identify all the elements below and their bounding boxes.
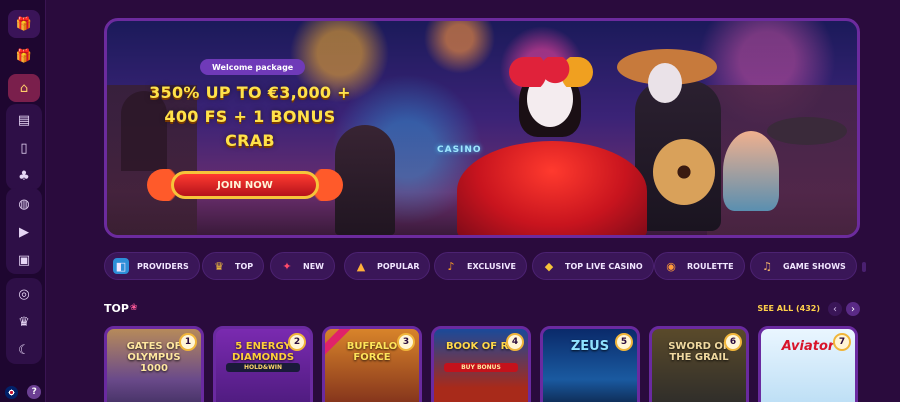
skull-face-illustration (648, 63, 682, 103)
ball-icon: ◍ (18, 196, 30, 212)
rank-badge: 6 (724, 333, 742, 351)
sidebar-slots-button[interactable]: ▤ (8, 106, 40, 134)
category-top-live-casino[interactable]: ◆ TOP LIVE CASINO (532, 252, 654, 280)
trophy-icon: ♛ (18, 314, 30, 330)
section-title: TOP (104, 302, 129, 315)
hat-illustration (767, 117, 847, 145)
promo-line-3: CRAB (225, 131, 275, 150)
rank-badge: 7 (833, 333, 851, 351)
game-tile[interactable]: SWORD OF THE GRAIL 6 (649, 326, 749, 402)
roulette-icon: ◉ (666, 259, 676, 273)
seated-woman-illustration (723, 131, 779, 211)
sidebar-boomerang-button[interactable]: ☾ (8, 336, 40, 364)
promo-line-2: 400 FS + 1 BONUS (164, 107, 336, 126)
sidebar: 🎁 🎁 ⌂ ▤ ▯ ♣ ◍ ▶ ▣ ◎ ♛ ☾ ? (0, 0, 46, 402)
gift-icon: 🎁 (15, 48, 33, 64)
slot-machine-icon: ▤ (17, 112, 31, 128)
game-tile[interactable]: GATES OF OLYMPUS 1000 1 (104, 326, 204, 402)
sidebar-cards-button[interactable]: ▯ (8, 134, 40, 162)
welcome-package-badge: Welcome package (200, 59, 306, 75)
top-games-carousel: GATES OF OLYMPUS 1000 1 5 ENERGY DIAMOND… (104, 326, 860, 402)
medal-icon: ◎ (18, 286, 30, 302)
providers-icon: ◧ (113, 258, 129, 274)
casino-sign: CASINO (437, 145, 482, 155)
rank-badge: 2 (288, 333, 306, 351)
flower-crown-illustration (509, 57, 593, 87)
language-flag-icon[interactable] (4, 385, 18, 399)
category-scroll-indicator[interactable] (862, 262, 866, 272)
dancer-dress-illustration (457, 141, 647, 235)
game-tile[interactable]: 5 ENERGY DIAMONDS HOLD&WIN 2 (213, 326, 313, 402)
guitar-illustration (653, 139, 715, 205)
sidebar-sports-button[interactable]: ◍ (8, 190, 40, 218)
category-roulette[interactable]: ◉ ROULETTE (654, 252, 745, 280)
game-tile[interactable]: Aviator 7 (758, 326, 858, 402)
rank-badge: 5 (615, 333, 633, 351)
sidebar-clover-button[interactable]: ♣ (8, 162, 40, 190)
promo-headline: 350% UP TO €3,000 + 400 FS + 1 BONUS CRA… (145, 81, 355, 153)
hero-banner[interactable]: CASINO Welcome package 350% UP TO €3,000… (104, 18, 860, 238)
game-tile[interactable]: ZEUS 5 (540, 326, 640, 402)
carousel-next-button[interactable]: › (846, 302, 860, 316)
trophy-icon: ♛ (214, 259, 224, 273)
category-top[interactable]: ♛ TOP (202, 252, 265, 280)
sidebar-footer: ? (0, 382, 46, 402)
boomerang-icon: ☾ (18, 342, 30, 358)
game-tile[interactable]: BOOK OF RA BUY BONUS 4 (431, 326, 531, 402)
category-popular[interactable]: ▲ POPULAR (344, 252, 431, 280)
sidebar-play-button[interactable]: ▶ (8, 218, 40, 246)
sidebar-gift-box-button[interactable]: 🎁 (8, 10, 40, 38)
flower-icon: ❀ (130, 303, 138, 313)
top-section-header: TOP ❀ SEE ALL (432) ‹ › (104, 302, 860, 318)
category-new[interactable]: ✦ NEW (270, 252, 335, 280)
game-subtitle: BUY BONUS (444, 363, 518, 372)
live-camera-icon: ▣ (17, 252, 31, 268)
home-icon: ⌂ (19, 80, 29, 96)
category-providers[interactable]: ◧ PROVIDERS (104, 252, 200, 280)
sidebar-medal-button[interactable]: ◎ (8, 280, 40, 308)
join-now-decoration: JOIN NOW (147, 169, 343, 201)
play-icon: ▶ (19, 224, 29, 240)
new-icon: ✦ (282, 259, 292, 273)
maracas-icon: ♪ (447, 259, 455, 273)
sidebar-trophy-button[interactable]: ♛ (8, 308, 40, 336)
rank-badge: 1 (179, 333, 197, 351)
see-all-link[interactable]: SEE ALL (432) (757, 304, 820, 313)
clover-icon: ♣ (18, 168, 30, 184)
live-casino-icon: ◆ (544, 259, 554, 273)
gift-box-icon: 🎁 (15, 16, 33, 32)
carousel-prev-button[interactable]: ‹ (828, 302, 842, 316)
category-bar: ◧ PROVIDERS ♛ TOP ✦ NEW ▲ POPULAR ♪ EXCL… (104, 252, 860, 282)
rank-badge: 3 (397, 333, 415, 351)
game-subtitle: HOLD&WIN (226, 363, 300, 372)
rank-badge: 4 (506, 333, 524, 351)
sidebar-live-button[interactable]: ▣ (8, 246, 40, 274)
sidebar-gift-button[interactable]: 🎁 (8, 42, 40, 70)
game-tile[interactable]: BUFFALO FORCE 3 (322, 326, 422, 402)
help-button[interactable]: ? (27, 385, 42, 399)
card-icon: ▯ (20, 140, 28, 156)
guitar-icon: ♫ (762, 259, 772, 273)
popular-icon: ▲ (356, 259, 366, 273)
join-now-button[interactable]: JOIN NOW (171, 171, 319, 199)
sidebar-home-button[interactable]: ⌂ (8, 74, 40, 102)
promo-line-1: 350% UP TO €3,000 + (149, 83, 351, 102)
category-exclusive[interactable]: ♪ EXCLUSIVE (434, 252, 527, 280)
category-game-shows[interactable]: ♫ GAME SHOWS (750, 252, 857, 280)
